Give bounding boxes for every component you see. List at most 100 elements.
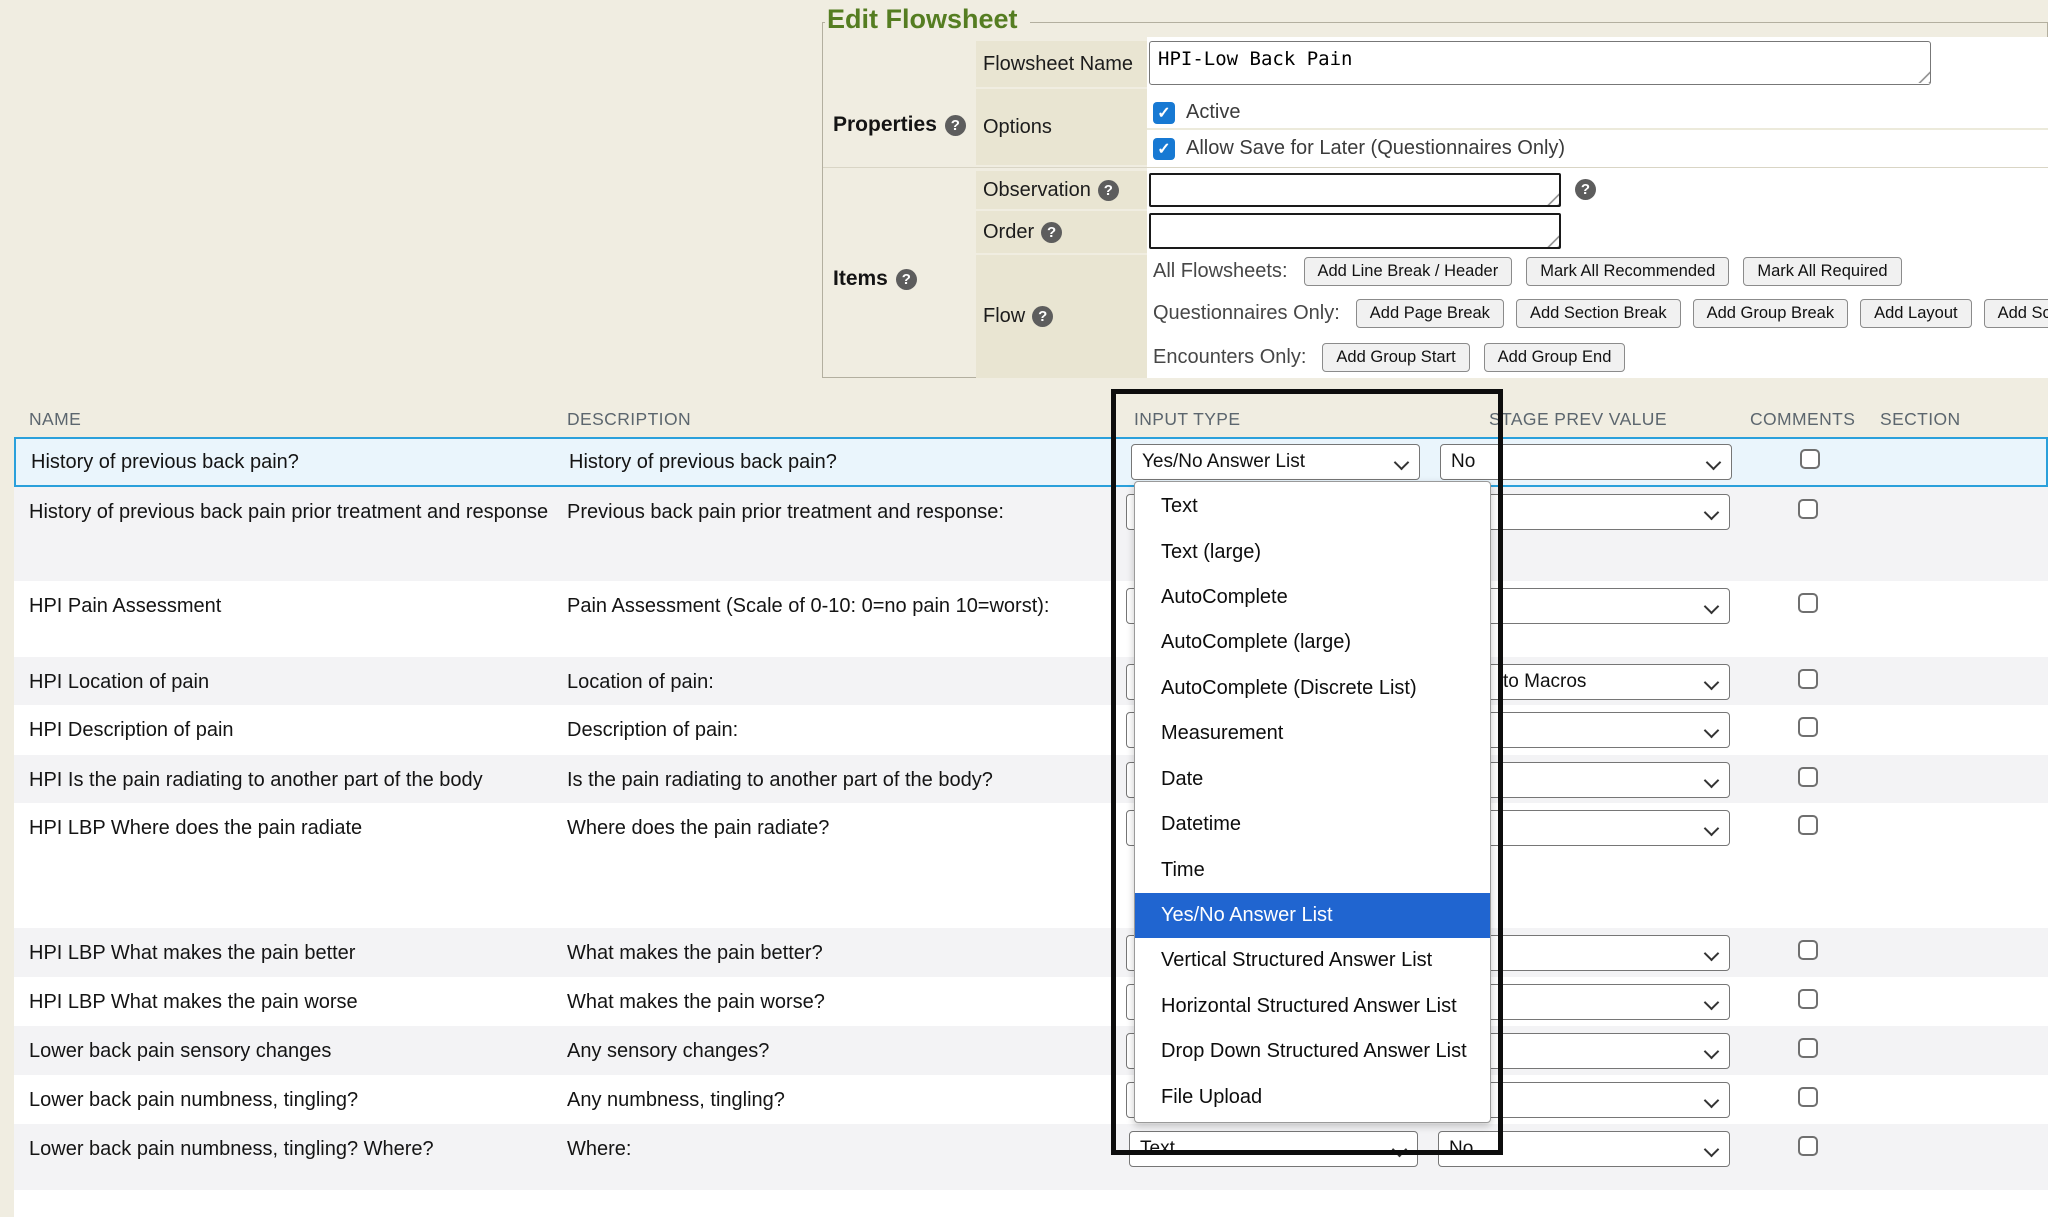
- encounters-buttons: Add Group Start Add Group End: [1322, 343, 1625, 372]
- item-description: History of previous back pain?: [569, 449, 1069, 476]
- observation-label-cell: Observation ?: [976, 171, 1147, 209]
- properties-label-text: Properties: [833, 113, 937, 137]
- comments-checkbox[interactable]: [1798, 1136, 1818, 1156]
- flow-action-button[interactable]: Add Section Break: [1516, 299, 1681, 328]
- flow-action-button[interactable]: Add Group Break: [1693, 299, 1849, 328]
- stage-prev-value-select[interactable]: No: [1440, 444, 1732, 480]
- items-group-label: Items ?: [833, 267, 917, 291]
- allow-save-checkbox-label: Allow Save for Later (Questionnaires Onl…: [1186, 137, 1565, 160]
- chevron-down-icon: [1394, 455, 1410, 471]
- order-label: Order: [983, 221, 1034, 244]
- comments-checkbox[interactable]: [1798, 717, 1818, 737]
- comments-checkbox[interactable]: [1798, 1087, 1818, 1107]
- item-name: HPI LBP Where does the pain radiate: [29, 815, 559, 842]
- flow-action-button[interactable]: Add Line Break / Header: [1304, 257, 1513, 286]
- stage-prev-value: to Macros: [1503, 671, 1586, 693]
- input-type-select[interactable]: Text: [1129, 1131, 1418, 1167]
- comments-checkbox[interactable]: [1800, 449, 1820, 469]
- dropdown-option[interactable]: Text: [1135, 484, 1490, 529]
- flow-action-button[interactable]: Add Page Break: [1356, 299, 1504, 328]
- dropdown-option[interactable]: Yes/No Answer List: [1135, 893, 1490, 938]
- input-type-value: Yes/No Answer List: [1142, 451, 1305, 473]
- dropdown-option[interactable]: Text (large): [1135, 529, 1490, 574]
- options-label: Options: [983, 116, 1052, 139]
- table-row[interactable]: HPI Description of pain Description of p…: [14, 705, 2048, 755]
- stage-prev-value-select[interactable]: No: [1438, 1131, 1730, 1167]
- dropdown-option[interactable]: AutoComplete: [1135, 575, 1490, 620]
- table-row[interactable]: History of previous back pain? History o…: [14, 437, 2048, 487]
- observation-label: Observation: [983, 179, 1091, 202]
- item-description: Location of pain:: [567, 669, 1067, 696]
- dropdown-option[interactable]: Datetime: [1135, 802, 1490, 847]
- item-description: Is the pain radiating to another part of…: [567, 767, 1067, 794]
- all-flowsheets-label: All Flowsheets: [1153, 260, 1282, 282]
- options-divider: [1147, 128, 2048, 130]
- column-header: INPUT TYPE: [1134, 409, 1240, 430]
- table-row[interactable]: Lower back pain sensory changes Any sens…: [14, 1026, 2048, 1075]
- flow-action-button[interactable]: Add Group End: [1484, 343, 1626, 372]
- table-row[interactable]: HPI Is the pain radiating to another par…: [14, 755, 2048, 803]
- table-row[interactable]: Lower back pain numbness, tingling? Wher…: [14, 1124, 2048, 1190]
- colon: :: [1282, 260, 1288, 282]
- help-icon[interactable]: ?: [1575, 179, 1596, 200]
- item-description: Where:: [567, 1136, 1067, 1163]
- flow-label-cell: Flow ?: [976, 255, 1147, 378]
- item-name: HPI Is the pain radiating to another par…: [29, 767, 559, 794]
- comments-checkbox[interactable]: [1798, 767, 1818, 787]
- flow-action-button[interactable]: Mark All Recommended: [1526, 257, 1729, 286]
- dropdown-option[interactable]: Measurement: [1135, 711, 1490, 756]
- comments-checkbox[interactable]: [1798, 1038, 1818, 1058]
- flow-group-all-flowsheets: All Flowsheets: Add Line Break / Header M…: [1153, 255, 1902, 287]
- flow-group-encounters: Encounters Only: Add Group StartAdd Grou…: [1153, 341, 1625, 373]
- dropdown-option[interactable]: Time: [1135, 847, 1490, 892]
- help-icon[interactable]: ?: [945, 115, 966, 136]
- help-icon[interactable]: ?: [896, 269, 917, 290]
- chevron-down-icon: [1704, 946, 1720, 962]
- chevron-down-icon: [1706, 455, 1722, 471]
- comments-checkbox[interactable]: [1798, 593, 1818, 613]
- flowsheet-name-input[interactable]: HPI-Low Back Pain: [1149, 41, 1931, 85]
- help-icon[interactable]: ?: [1041, 222, 1062, 243]
- input-type-select[interactable]: Yes/No Answer List: [1131, 444, 1420, 480]
- order-input[interactable]: [1149, 213, 1561, 249]
- flow-action-button[interactable]: Add Group Start: [1322, 343, 1469, 372]
- item-name: HPI Pain Assessment: [29, 593, 559, 620]
- flow-action-button[interactable]: Mark All Required: [1743, 257, 1901, 286]
- active-checkbox[interactable]: ✓: [1153, 102, 1175, 124]
- flow-group-questionnaires: Questionnaires Only: Add Page BreakAdd S…: [1153, 297, 2048, 329]
- allow-save-checkbox[interactable]: ✓: [1153, 138, 1175, 160]
- dropdown-option[interactable]: Drop Down Structured Answer List: [1135, 1029, 1490, 1074]
- dropdown-option[interactable]: AutoComplete (large): [1135, 620, 1490, 665]
- dropdown-option[interactable]: Date: [1135, 757, 1490, 802]
- help-icon[interactable]: ?: [1032, 306, 1053, 327]
- comments-checkbox[interactable]: [1798, 940, 1818, 960]
- item-name: Lower back pain numbness, tingling?: [29, 1087, 559, 1114]
- table-row[interactable]: HPI Pain Assessment Pain Assessment (Sca…: [14, 581, 2048, 657]
- table-row[interactable]: Lower back pain numbness, tingling? Any …: [14, 1075, 2048, 1124]
- items-label-text: Items: [833, 267, 888, 291]
- table-row[interactable]: HPI LBP What makes the pain better What …: [14, 928, 2048, 977]
- option-allow-save: ✓ Allow Save for Later (Questionnaires O…: [1153, 137, 1565, 160]
- dropdown-option[interactable]: File Upload: [1135, 1074, 1490, 1119]
- dropdown-option[interactable]: Vertical Structured Answer List: [1135, 938, 1490, 983]
- chevron-down-icon: [1704, 1044, 1720, 1060]
- dropdown-option[interactable]: AutoComplete (Discrete List): [1135, 666, 1490, 711]
- observation-input[interactable]: [1149, 173, 1561, 207]
- table-row[interactable]: HPI LBP What makes the pain worse What m…: [14, 977, 2048, 1026]
- input-type-value: Text: [1140, 1138, 1175, 1160]
- table-row[interactable]: History of previous back pain prior trea…: [14, 487, 2048, 581]
- table-row[interactable]: HPI LBP Where does the pain radiate Wher…: [14, 803, 2048, 928]
- dropdown-option[interactable]: Horizontal Structured Answer List: [1135, 984, 1490, 1029]
- flow-action-button[interactable]: Add Scriptlet: [1984, 299, 2048, 328]
- flow-action-button[interactable]: Add Layout: [1860, 299, 1971, 328]
- panel-title: Edit Flowsheet: [825, 4, 1030, 35]
- comments-checkbox[interactable]: [1798, 669, 1818, 689]
- help-icon[interactable]: ?: [1098, 180, 1119, 201]
- table-row[interactable]: HPI Location of pain Location of pain: t…: [14, 657, 2048, 705]
- item-name: HPI Location of pain: [29, 669, 559, 696]
- chevron-down-icon: [1704, 821, 1720, 837]
- comments-checkbox[interactable]: [1798, 815, 1818, 835]
- comments-checkbox[interactable]: [1798, 989, 1818, 1009]
- item-description: What makes the pain worse?: [567, 989, 1067, 1016]
- comments-checkbox[interactable]: [1798, 499, 1818, 519]
